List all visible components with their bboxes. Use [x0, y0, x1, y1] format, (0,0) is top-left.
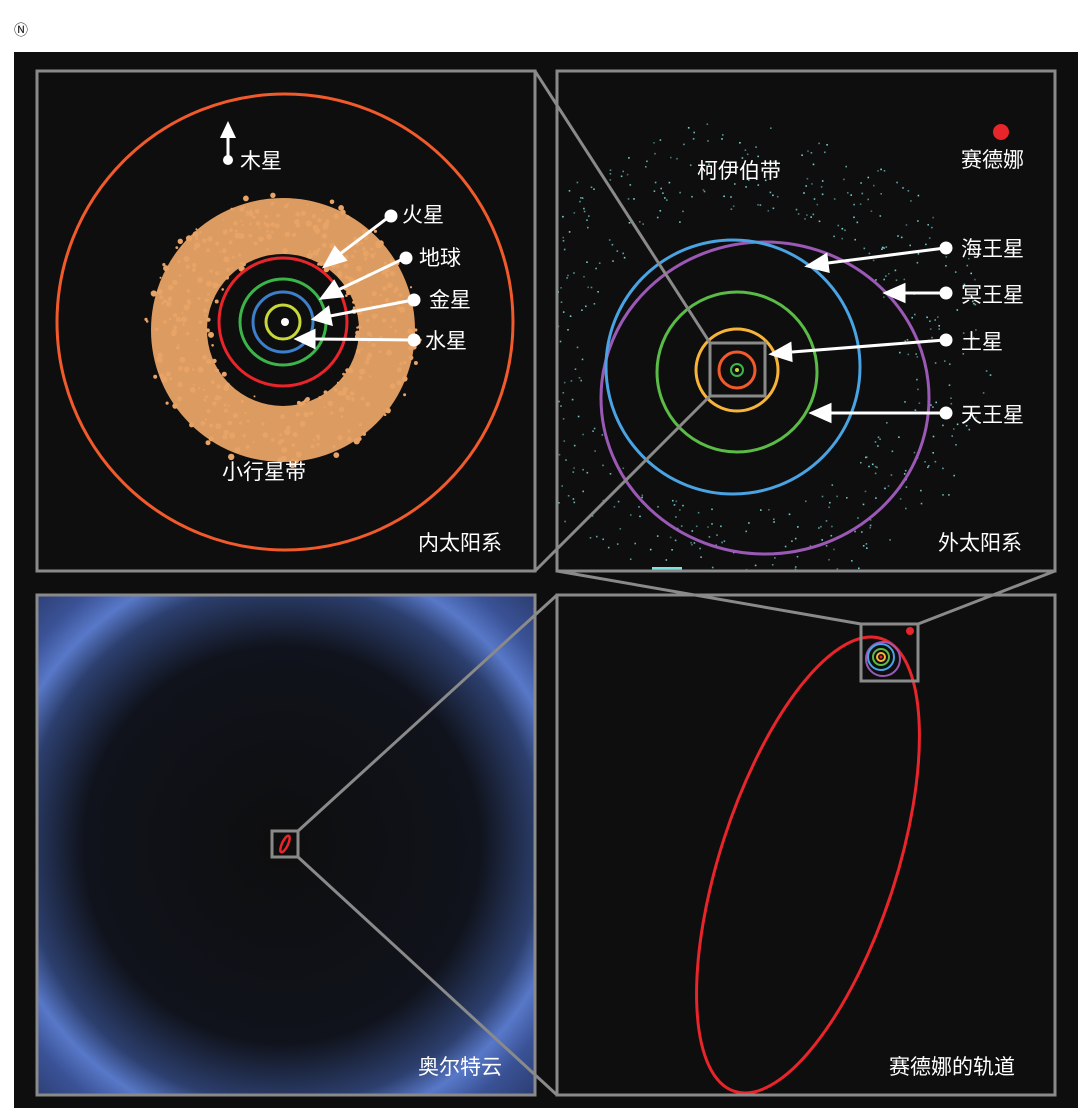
outer-panel-caption: 外太阳系: [938, 531, 1022, 555]
sun: [281, 318, 289, 326]
inner-panel-caption: 内太阳系: [418, 531, 502, 555]
label-pluto: 冥王星: [961, 283, 1024, 307]
sedna-dot: [993, 124, 1009, 140]
oort-panel-caption: 奥尔特云: [418, 1055, 502, 1079]
label-mercury: 水星: [425, 329, 467, 353]
label-earth: 地球: [419, 246, 461, 270]
label-kuiper-belt: 柯伊伯带: [697, 159, 781, 183]
label-neptune: 海王星: [961, 237, 1024, 261]
sedna-orbit-panel-caption: 赛德娜的轨道: [889, 1055, 1015, 1079]
label-uranus: 天王星: [961, 403, 1024, 427]
oort-cloud-panel: 奥尔特云: [35, 593, 537, 1097]
solar-system-diagram: Ⓝ 木星 火星 地球 金星 水星 小行星带 内太阳系 柯伊伯带 赛德娜 海王星 …: [14, 23, 1078, 1108]
label-sedna: 赛德娜: [961, 148, 1024, 172]
label-saturn: 土星: [961, 330, 1003, 354]
label-mars: 火星: [402, 203, 444, 227]
label-jupiter: 木星: [240, 149, 282, 173]
sedna-dot-mini: [906, 627, 914, 635]
oort-cloud: [38, 596, 534, 1094]
label-asteroid-belt: 小行星带: [222, 460, 306, 484]
label-venus: 金星: [429, 288, 471, 312]
corner-mark: Ⓝ: [14, 23, 28, 39]
